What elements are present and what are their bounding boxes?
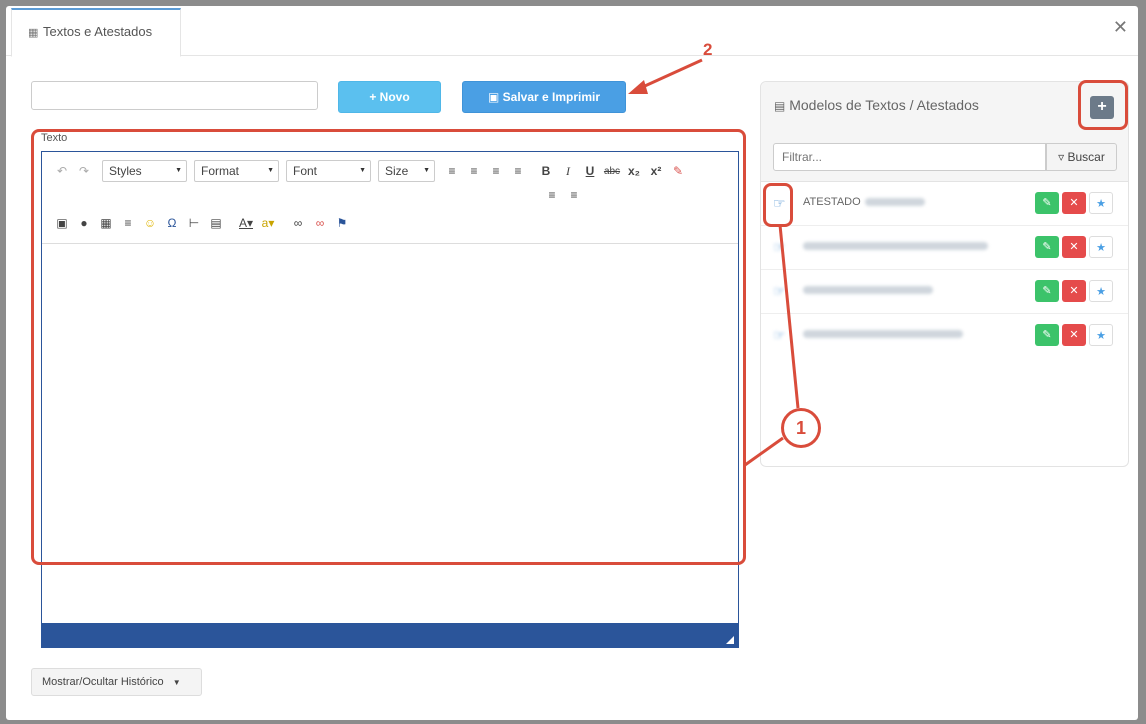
- callout-2-line: [635, 58, 703, 92]
- callout-2-marker: 2: [703, 40, 713, 59]
- callout-2-arrowhead: [628, 80, 648, 94]
- callout-1-line-a: [778, 224, 800, 409]
- callout-1-marker: 1: [781, 408, 821, 448]
- annotation-lines: [628, 58, 800, 467]
- callout-1-line-b: [744, 436, 784, 467]
